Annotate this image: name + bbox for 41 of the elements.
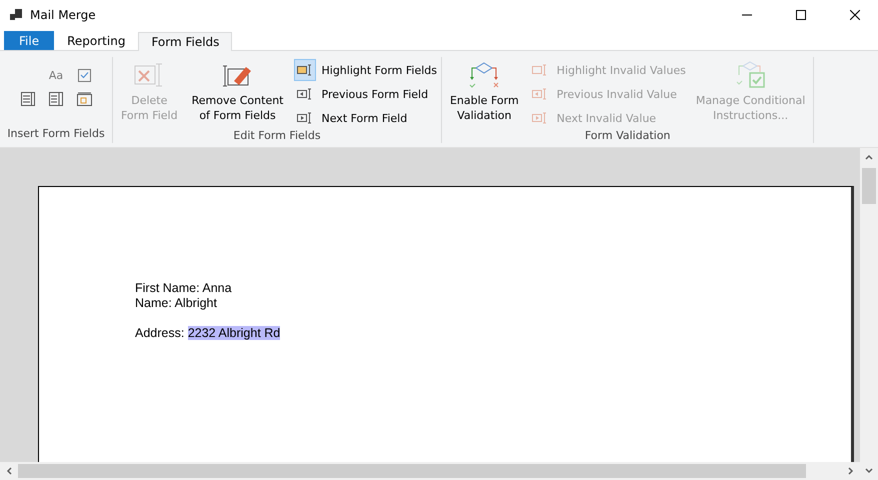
- combo-field-icon[interactable]: [21, 92, 35, 106]
- horizontal-scrollbar[interactable]: [0, 462, 878, 480]
- scrollbar-thumb[interactable]: [18, 464, 806, 478]
- document-text: Address:: [135, 326, 186, 340]
- scroll-down-icon[interactable]: [865, 467, 873, 475]
- list-field-icon[interactable]: [49, 92, 63, 106]
- window-title: Mail Merge: [30, 8, 97, 22]
- scroll-right-icon[interactable]: [847, 467, 855, 475]
- next-icon: [296, 112, 312, 124]
- file-menu[interactable]: File: [4, 31, 54, 50]
- document-text: First Name: Anna: [135, 281, 232, 295]
- group-label: Insert Form Fields: [6, 127, 106, 142]
- previous-icon: [296, 88, 312, 100]
- app-icon: [10, 9, 22, 21]
- ribbon-button[interactable]: Highlight Form Fields: [294, 59, 437, 81]
- checkbox-field-icon[interactable]: [78, 69, 90, 82]
- delete-field-icon: [134, 62, 164, 88]
- flowchart-icon: [469, 61, 500, 89]
- highlight-icon: [532, 64, 548, 76]
- maximize-icon[interactable]: [796, 10, 806, 20]
- group-label: Edit Form Fields: [232, 129, 322, 143]
- next-icon: [532, 112, 548, 124]
- ribbon-tab[interactable]: Reporting: [54, 31, 138, 50]
- ribbon-tab[interactable]: Form Fields: [138, 32, 232, 51]
- date-field-icon[interactable]: [76, 92, 92, 106]
- scrollbar-thumb[interactable]: [862, 168, 876, 204]
- text-field-icon[interactable]: Aa: [48, 69, 64, 82]
- previous-icon: [532, 88, 548, 100]
- ribbon-button[interactable]: Remove Content of Form Fields: [188, 57, 288, 123]
- conditional-instructions-icon: [734, 60, 767, 90]
- document-text: Name: Albright: [135, 296, 217, 310]
- ribbon-button[interactable]: Enable Form Validation: [446, 57, 523, 123]
- close-icon[interactable]: [850, 10, 860, 20]
- ribbon-button[interactable]: Next Form Field: [294, 107, 437, 129]
- group-label: Form Validation: [584, 129, 672, 143]
- scroll-up-icon[interactable]: [865, 153, 873, 161]
- ribbon-button[interactable]: Previous Form Field: [294, 83, 437, 105]
- highlight-icon: [296, 64, 312, 76]
- scroll-left-icon[interactable]: [5, 467, 13, 475]
- form-field: 2232 Albright Rd: [188, 326, 280, 340]
- vertical-scrollbar[interactable]: [860, 148, 878, 462]
